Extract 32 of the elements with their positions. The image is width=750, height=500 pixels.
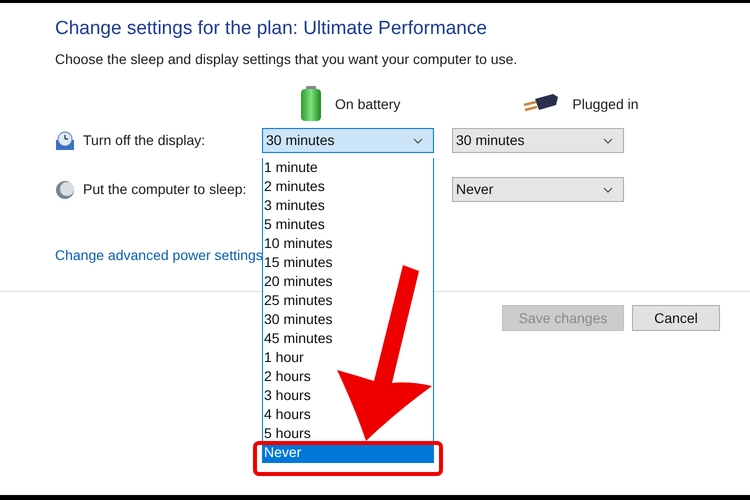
moon-icon: [55, 180, 75, 200]
chevron-down-icon: [603, 138, 613, 144]
cancel-button[interactable]: Cancel: [632, 305, 720, 331]
column-label: Plugged in: [572, 94, 639, 114]
chevron-down-icon: [603, 186, 613, 192]
monitor-clock-icon: [55, 130, 75, 150]
dropdown[interactable]: 30 minutes: [452, 128, 624, 153]
dropdown-option[interactable]: 3 hours: [263, 386, 311, 405]
dropdown-option[interactable]: 3 minutes: [263, 196, 325, 215]
column-label: On battery: [335, 94, 400, 114]
description-text: Choose the sleep and display settings that you want your computer to use.: [55, 50, 518, 69]
dropdown-option[interactable]: 4 hours: [263, 405, 311, 424]
dropdown-option[interactable]: 1 minute: [263, 158, 318, 177]
dropdown-option[interactable]: 30 minutes: [263, 310, 332, 329]
page-title: Change settings for the plan: Ultimate Performance: [55, 17, 488, 41]
dropdown-option[interactable]: 25 minutes: [263, 291, 332, 310]
dropdown-option[interactable]: 15 minutes: [263, 253, 332, 272]
dropdown[interactable]: Never: [452, 177, 624, 202]
dropdown-option[interactable]: 1 hour: [263, 348, 304, 367]
dropdown[interactable]: 30 minutes: [262, 128, 434, 153]
dropdown-option[interactable]: 2 hours: [263, 367, 311, 386]
dropdown-option[interactable]: 5 hours: [263, 424, 311, 443]
dropdown-option[interactable]: 5 minutes: [263, 215, 325, 234]
chevron-down-icon: [413, 138, 423, 144]
dropdown-option[interactable]: 2 minutes: [263, 177, 325, 196]
setting-label: Put the computer to sleep:: [83, 180, 246, 199]
dropdown-option[interactable]: 45 minutes: [263, 329, 332, 348]
battery-icon: [300, 86, 322, 122]
advanced-settings-link[interactable]: Change advanced power settings: [55, 245, 263, 266]
dropdown-option[interactable]: 20 minutes: [263, 272, 332, 291]
dropdown-option[interactable]: 10 minutes: [263, 234, 332, 253]
setting-label: Turn off the display:: [83, 131, 206, 150]
